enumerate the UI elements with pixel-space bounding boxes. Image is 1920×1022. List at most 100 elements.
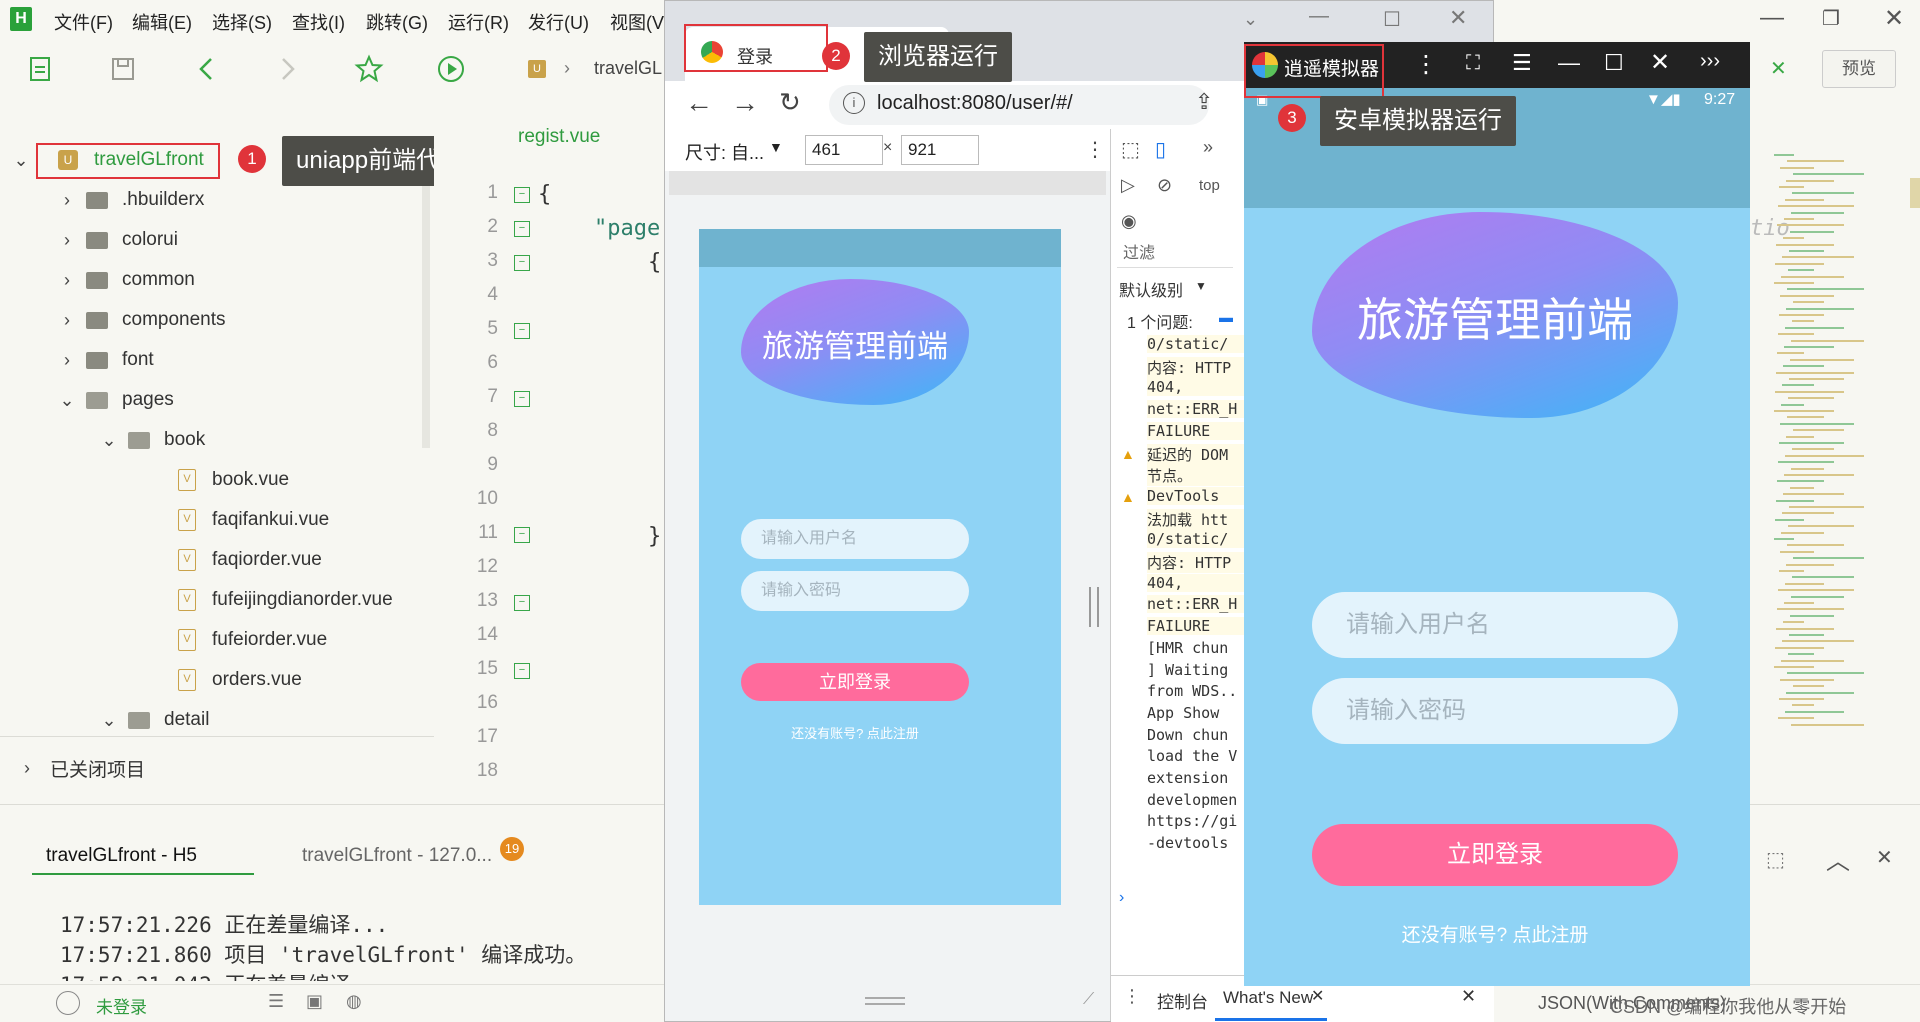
menu-goto[interactable]: 跳转(G) (366, 9, 428, 35)
drawer-tab-console[interactable]: 控制台 (1157, 988, 1208, 1013)
share-icon[interactable]: ⇪ (1195, 89, 1213, 115)
minimap-line (1792, 448, 1834, 451)
chevron-up-icon[interactable]: ︿ (1826, 841, 1850, 876)
info-icon[interactable]: i (843, 92, 865, 114)
list-icon[interactable]: ☰ (268, 991, 284, 1012)
fold-toggle-icon[interactable]: − (514, 391, 530, 407)
forward-icon[interactable] (270, 52, 304, 86)
preview-button[interactable]: 预览 (1822, 50, 1896, 88)
menu-view[interactable]: 视图(V (610, 9, 664, 35)
filter-input[interactable]: 过滤 (1117, 241, 1233, 268)
menu-publish[interactable]: 发行(U) (528, 9, 589, 35)
code-editor[interactable]: regist.vue 1−2−3−4 5−6 7−8 9 10 11−12 13−14 15−… (434, 98, 664, 804)
drawer-tab-whats-new[interactable]: What's New (1223, 988, 1313, 1008)
minimap-scroll[interactable] (1910, 178, 1920, 208)
editor-tab[interactable]: regist.vue (518, 126, 600, 148)
password-input[interactable]: 请输入密码 (741, 571, 969, 611)
user-avatar-icon[interactable] (56, 991, 80, 1015)
star-icon[interactable] (352, 52, 386, 86)
minimize-icon[interactable]: — (1558, 50, 1580, 76)
minimize-icon[interactable]: — (1760, 4, 1784, 32)
close-icon[interactable]: ✕ (1884, 4, 1904, 33)
device-height-input[interactable]: 921 (901, 135, 979, 165)
globe-icon[interactable]: ◍ (346, 991, 362, 1012)
fold-toggle-icon[interactable]: − (514, 323, 530, 339)
forward-icon[interactable]: → (731, 87, 759, 119)
menu-select[interactable]: 选择(S) (212, 9, 272, 35)
device-toggle-icon[interactable]: ▯ (1155, 137, 1166, 162)
fold-toggle-icon[interactable]: − (514, 187, 530, 203)
kebab-menu-icon[interactable]: ⋮ (1414, 50, 1438, 79)
fold-toggle-icon[interactable]: − (514, 595, 530, 611)
menu-file[interactable]: 文件(F) (54, 9, 113, 35)
menu-run[interactable]: 运行(R) (448, 9, 509, 35)
expand-sidebar-icon[interactable]: ››› (1700, 50, 1720, 73)
omnibox[interactable]: i localhost:8080/user/#/ (829, 85, 1209, 125)
resize-corner-icon[interactable]: ⟋ (1083, 991, 1094, 1009)
fold-toggle-icon[interactable]: − (514, 527, 530, 543)
username-input[interactable]: 请输入用户名 (741, 519, 969, 559)
username-input[interactable]: 请输入用户名 (1312, 592, 1678, 658)
run-icon[interactable] (434, 52, 468, 86)
close-icon[interactable]: ✕ (1650, 48, 1670, 77)
close-drawer-icon[interactable]: ✕ (1461, 986, 1476, 1007)
console-tab-127[interactable]: travelGLfront - 127.0... (302, 845, 492, 867)
register-link[interactable]: 还没有账号? 点此注册 (741, 723, 969, 742)
closed-projects[interactable]: › 已关闭项目 (16, 748, 446, 788)
context-select[interactable]: top (1199, 177, 1220, 194)
eye-icon[interactable]: ◉ (1121, 211, 1137, 232)
export-icon[interactable]: ⬚ (1766, 847, 1785, 872)
minimap-line (1774, 154, 1794, 156)
back-icon[interactable] (190, 52, 224, 86)
password-input[interactable]: 请输入密码 (1312, 678, 1678, 744)
minimap-line (1775, 518, 1804, 521)
menu-icon[interactable]: ☰ (1512, 50, 1532, 76)
close-tab-icon[interactable]: ✕ (1770, 56, 1787, 81)
breadcrumb[interactable]: travelGL (594, 58, 662, 79)
drawer-menu-icon[interactable]: ⋮ (1123, 986, 1141, 1007)
url-text: localhost:8080/user/#/ (877, 92, 1073, 114)
log-level-select[interactable]: 默认级别 (1119, 277, 1183, 301)
more-icon[interactable]: ⋮ (1085, 137, 1105, 162)
tab-search-icon[interactable]: ⌄ (1243, 9, 1258, 30)
folder-open-icon (128, 431, 150, 449)
back-icon[interactable]: ← (685, 87, 713, 119)
login-button[interactable]: 立即登录 (1312, 824, 1678, 886)
login-status[interactable]: 未登录 (96, 993, 147, 1018)
maximize-icon[interactable]: ☐ (1604, 50, 1624, 76)
minimap-line (1787, 160, 1844, 163)
device-size-select[interactable]: 尺寸: 自... (685, 139, 764, 165)
more-tabs-icon[interactable]: » (1203, 137, 1213, 158)
viewport-resize-handle[interactable] (1089, 587, 1099, 627)
restore-icon[interactable]: ❐ (1822, 6, 1840, 31)
sidebar-toggle-icon[interactable]: ▷ (1121, 175, 1135, 196)
menu-find[interactable]: 查找(I) (292, 9, 345, 35)
minimize-icon[interactable]: — (1309, 5, 1329, 28)
minimap-line (1792, 704, 1814, 707)
editor-minimap[interactable]: tio (1750, 98, 1920, 804)
bottom-handle[interactable] (865, 997, 905, 1005)
login-button[interactable]: 立即登录 (741, 663, 969, 701)
reload-icon[interactable]: ↻ (779, 87, 801, 118)
close-tab-icon[interactable]: ✕ (1311, 986, 1324, 1006)
register-link[interactable]: 还没有账号? 点此注册 (1312, 920, 1678, 947)
close-icon[interactable]: ✕ (1449, 5, 1467, 31)
minimap-line (1787, 544, 1844, 547)
close-console-icon[interactable]: ✕ (1876, 845, 1893, 870)
fold-toggle-icon[interactable]: − (514, 663, 530, 679)
device-width-input[interactable]: 461 (805, 135, 883, 165)
issues-count[interactable]: 1 个问题: (1127, 309, 1193, 333)
menu-edit[interactable]: 编辑(E) (132, 9, 192, 35)
console-tab-h5[interactable]: travelGLfront - H5 (46, 845, 197, 867)
new-file-icon[interactable] (24, 52, 58, 86)
save-icon[interactable] (106, 52, 140, 86)
terminal-icon[interactable]: ▣ (306, 991, 323, 1012)
fold-toggle-icon[interactable]: − (514, 255, 530, 271)
clear-console-icon[interactable]: ⊘ (1157, 175, 1172, 196)
prompt-chevron-icon[interactable]: › (1119, 889, 1124, 907)
fullscreen-icon[interactable]: ⛶ (1466, 52, 1480, 75)
fold-toggle-icon[interactable]: − (514, 221, 530, 237)
maximize-icon[interactable]: ☐ (1383, 7, 1401, 32)
sidebar-scrollbar[interactable] (422, 148, 430, 448)
inspect-icon[interactable]: ⬚ (1121, 137, 1140, 162)
